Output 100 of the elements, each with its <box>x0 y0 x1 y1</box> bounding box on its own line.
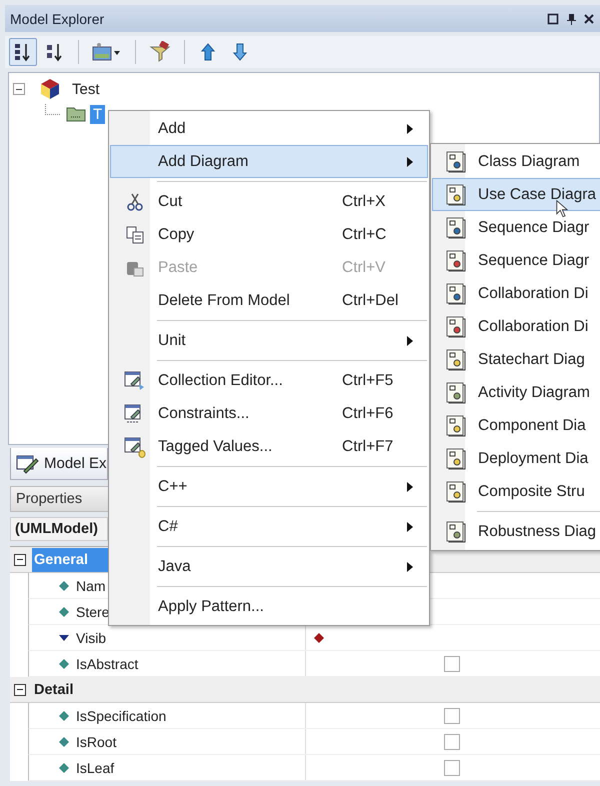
checkbox[interactable] <box>444 760 460 776</box>
menu-label: C# <box>158 518 178 536</box>
menu-label: Unit <box>158 332 186 350</box>
property-name: IsRoot <box>76 734 116 750</box>
close-icon[interactable] <box>583 12 595 24</box>
checkbox[interactable] <box>444 656 460 672</box>
menu-item[interactable]: Use Case Diagra <box>432 178 600 211</box>
menu-label: Apply Pattern... <box>158 598 264 616</box>
shortcut-label: Ctrl+V <box>342 258 386 276</box>
collapse-toggle[interactable] <box>14 684 26 696</box>
menu-item[interactable]: Statechart Diag <box>432 343 600 376</box>
menu-item[interactable]: Copy Ctrl+C <box>110 218 428 251</box>
diamond-icon <box>59 736 69 746</box>
menu-item[interactable]: Activity Diagram <box>432 376 600 409</box>
menu-item[interactable]: Delete From Model Ctrl+Del <box>110 284 428 317</box>
triangle-icon <box>59 634 69 642</box>
window-pencil-icon <box>124 370 146 392</box>
checkbox[interactable] <box>444 734 460 750</box>
menu-label: Delete From Model <box>158 292 290 310</box>
property-name: IsLeaf <box>76 760 114 776</box>
menu-item[interactable]: Java <box>110 550 428 583</box>
diamond-icon <box>59 710 69 720</box>
menu-label: Use Case Diagra <box>478 186 596 204</box>
down-arrow-icon <box>233 43 247 61</box>
property-name: IsAbstract <box>76 656 138 672</box>
menu-label: Paste <box>158 258 198 276</box>
collapse-toggle[interactable] <box>14 554 26 566</box>
diagram-pencil-icon <box>16 454 40 474</box>
shortcut-label: Ctrl+F5 <box>342 372 394 390</box>
menu-item[interactable]: Add Diagram <box>110 145 428 178</box>
property-name: Visib <box>76 630 106 646</box>
category-row[interactable]: Detail <box>32 678 108 702</box>
pin-icon[interactable] <box>565 12 577 24</box>
menu-item[interactable]: Sequence Diagr <box>432 244 600 277</box>
diamond-icon <box>314 632 324 642</box>
menu-label: Collaboration Di <box>478 318 588 336</box>
window-position-icon[interactable] <box>547 12 559 24</box>
tree-item[interactable]: Test <box>69 80 103 98</box>
menu-item[interactable]: Class Diagram <box>432 145 600 178</box>
menu-item[interactable]: Robustness Diag <box>432 515 600 548</box>
menu-label: Add <box>158 120 186 138</box>
menu-label: Sequence Diagr <box>478 252 590 270</box>
scissors-icon <box>126 192 142 210</box>
object-selector[interactable]: (UMLModel) <box>10 517 108 541</box>
menu-item[interactable]: Sequence Diagr <box>432 211 600 244</box>
cube-icon <box>39 78 61 100</box>
diamond-icon <box>59 606 69 616</box>
copy-icon <box>126 226 144 244</box>
image-dropdown-icon <box>92 42 122 62</box>
menu-label: Collaboration Di <box>478 284 588 302</box>
diagram-icon <box>446 184 466 206</box>
menu-item[interactable]: Composite Stru <box>432 475 600 508</box>
menu-item[interactable]: Tagged Values... Ctrl+F7 <box>110 430 428 463</box>
menu-item[interactable]: Collection Editor... Ctrl+F5 <box>110 364 428 397</box>
menu-item[interactable]: Unit <box>110 324 428 357</box>
shortcut-label: Ctrl+Del <box>342 292 398 310</box>
up-arrow-icon <box>201 43 215 61</box>
menu-label: Tagged Values... <box>158 438 272 456</box>
menu-label: Component Dia <box>478 416 586 434</box>
diamond-icon <box>59 658 69 668</box>
toolbar-button[interactable] <box>9 38 37 66</box>
menu-label: Constraints... <box>158 404 250 422</box>
diamond-icon <box>59 762 69 772</box>
menu-item[interactable]: Constraints... Ctrl+F6 <box>110 397 428 430</box>
menu-label: Collection Editor... <box>158 372 283 390</box>
menu-label: Sequence Diagr <box>478 218 590 236</box>
window-pencil-icon <box>124 436 146 458</box>
shortcut-label: Ctrl+F7 <box>342 438 394 456</box>
property-name: IsSpecification <box>76 708 166 724</box>
filter-icon <box>149 41 171 63</box>
menu-label: Copy <box>158 226 194 244</box>
shortcut-label: Ctrl+F6 <box>342 404 394 422</box>
menu-label: Add Diagram <box>158 152 248 170</box>
panel-title: Model Explorer <box>10 10 106 26</box>
menu-label: Java <box>158 558 191 576</box>
menu-label: Statechart Diag <box>478 350 585 368</box>
property-name: Nam <box>76 578 106 594</box>
menu-label: Deployment Dia <box>478 450 588 468</box>
menu-item[interactable]: Collaboration Di <box>432 277 600 310</box>
checkbox[interactable] <box>444 708 460 724</box>
menu-item[interactable]: Component Dia <box>432 409 600 442</box>
diamond-icon <box>59 580 69 590</box>
collapse-toggle[interactable] <box>13 83 25 95</box>
menu-item[interactable]: Collaboration Di <box>432 310 600 343</box>
menu-item[interactable]: Apply Pattern... <box>110 590 428 623</box>
shortcut-label: Ctrl+X <box>342 192 386 210</box>
package-icon <box>66 106 86 122</box>
property-name: Stere <box>76 604 110 620</box>
menu-item[interactable]: Deployment Dia <box>432 442 600 475</box>
menu-label: C++ <box>158 478 188 496</box>
menu-label: Activity Diagram <box>478 384 590 402</box>
explorer-tab[interactable]: Model Ex <box>10 448 108 480</box>
menu-item[interactable]: C# <box>110 510 428 543</box>
menu-label: Class Diagram <box>478 152 580 170</box>
menu-item[interactable]: Cut Ctrl+X <box>110 185 428 218</box>
menu-label: Composite Stru <box>478 482 585 500</box>
menu-label: Robustness Diag <box>478 522 596 540</box>
menu-label: Cut <box>158 192 182 210</box>
menu-item[interactable]: Add <box>110 112 428 145</box>
shortcut-label: Ctrl+C <box>342 226 386 244</box>
